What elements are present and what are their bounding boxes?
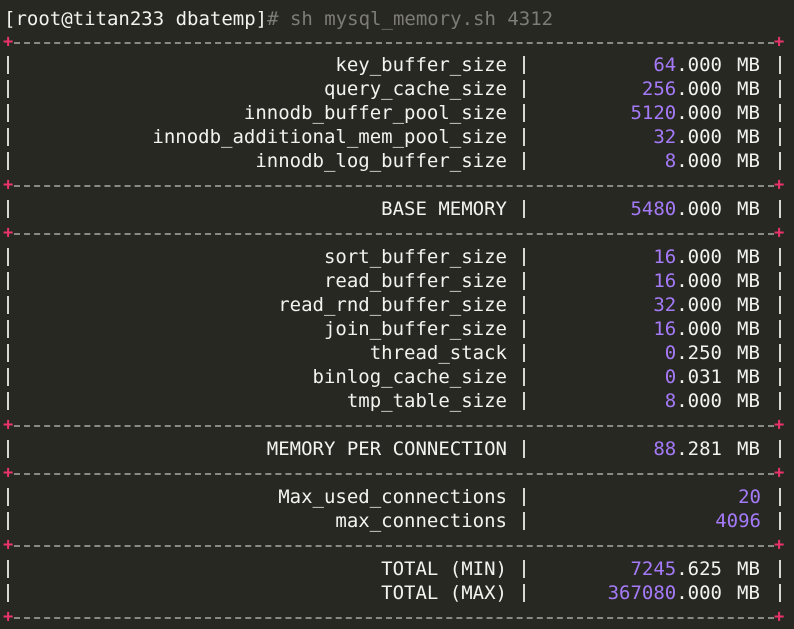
table-row-key-buffer-size: key_buffer_size 64.000 MB xyxy=(0,53,794,77)
table-row-total-max: TOTAL (MAX) 367080.000 MB xyxy=(0,581,794,605)
row-label: tmp_table_size xyxy=(346,390,507,412)
row-unit: MB xyxy=(737,390,760,412)
row-value: 0.250 xyxy=(664,342,722,364)
terminal-window[interactable]: [root@titan233 dbatemp]# sh mysql_memory… xyxy=(0,0,794,627)
table-row-query-cache-size: query_cache_size 256.000 MB xyxy=(0,77,794,101)
row-value: 64.000 xyxy=(653,54,722,76)
row-unit: MB xyxy=(737,294,760,316)
table-row-max-used-connections: Max_used_connections 20 xyxy=(0,485,794,509)
row-value: 16.000 xyxy=(653,270,722,292)
table-separator: + + xyxy=(3,223,785,243)
row-value: 8.000 xyxy=(664,150,722,172)
row-unit: MB xyxy=(737,126,760,148)
row-unit: MB xyxy=(737,198,760,220)
row-label: innodb_log_buffer_size xyxy=(255,150,507,172)
table-row-binlog-cache-size: binlog_cache_size 0.031 MB xyxy=(0,365,794,389)
table-separator: + + xyxy=(3,32,785,52)
row-label: query_cache_size xyxy=(323,78,507,100)
row-value: 16.000 xyxy=(653,318,722,340)
row-unit: MB xyxy=(737,318,760,340)
row-value: 5480.000 xyxy=(630,198,722,220)
table-row-read-rnd-buffer-size: read_rnd_buffer_size 32.000 MB xyxy=(0,293,794,317)
table-row-read-buffer-size: read_buffer_size 16.000 MB xyxy=(0,269,794,293)
row-value: 20 xyxy=(738,486,761,508)
row-unit: MB xyxy=(737,78,760,100)
row-value: 16.000 xyxy=(653,246,722,268)
table-row-total-min: TOTAL (MIN) 7245.625 MB xyxy=(0,557,794,581)
row-label: join_buffer_size xyxy=(323,318,507,340)
row-value: 7245.625 xyxy=(630,558,722,580)
table-row-innodb-buffer-pool-size: innodb_buffer_pool_size 5120.000 MB xyxy=(0,101,794,125)
table-separator: + + xyxy=(3,415,785,435)
row-unit: MB xyxy=(737,366,760,388)
row-label: read_rnd_buffer_size xyxy=(278,294,507,316)
row-label: innodb_buffer_pool_size xyxy=(243,102,507,124)
row-label: MEMORY PER CONNECTION xyxy=(266,438,507,460)
row-value: 4096 xyxy=(715,510,761,532)
row-label: max_connections xyxy=(335,510,507,532)
row-unit: MB xyxy=(737,558,760,580)
table-row-sort-buffer-size: sort_buffer_size 16.000 MB xyxy=(0,245,794,269)
table-separator: + + xyxy=(3,607,785,627)
row-unit: MB xyxy=(737,102,760,124)
shell-command: # sh mysql_memory.sh 4312 xyxy=(267,8,554,30)
row-value: 256.000 xyxy=(641,78,722,100)
table-row-innodb-log-buffer-size: innodb_log_buffer_size 8.000 MB xyxy=(0,149,794,173)
table-row-base-memory: BASE MEMORY 5480.000 MB xyxy=(0,197,794,221)
table-row-thread-stack: thread_stack 0.250 MB xyxy=(0,341,794,365)
table-separator: + + xyxy=(3,535,785,555)
row-unit: MB xyxy=(737,342,760,364)
table-row-innodb-additional-mem-pool-size: innodb_additional_mem_pool_size 32.000 M… xyxy=(0,125,794,149)
table-separator: + + xyxy=(3,463,785,483)
row-value: 32.000 xyxy=(653,294,722,316)
row-label: innodb_additional_mem_pool_size xyxy=(152,126,507,148)
row-label: Max_used_connections xyxy=(278,486,507,508)
table-row-join-buffer-size: join_buffer_size 16.000 MB xyxy=(0,317,794,341)
row-label: TOTAL (MIN) xyxy=(381,558,507,580)
row-value: 367080.000 xyxy=(607,582,722,604)
row-label: binlog_cache_size xyxy=(312,366,507,388)
row-unit: MB xyxy=(737,438,760,460)
row-value: 0.031 xyxy=(664,366,722,388)
row-unit: MB xyxy=(737,150,760,172)
table-row-memory-per-connection: MEMORY PER CONNECTION 88.281 MB xyxy=(0,437,794,461)
row-label: key_buffer_size xyxy=(335,54,507,76)
row-label: thread_stack xyxy=(369,342,507,364)
row-value: 32.000 xyxy=(653,126,722,148)
row-label: read_buffer_size xyxy=(323,270,507,292)
row-label: sort_buffer_size xyxy=(323,246,507,268)
row-unit: MB xyxy=(737,270,760,292)
row-unit: MB xyxy=(737,582,760,604)
row-label: TOTAL (MAX) xyxy=(381,582,507,604)
table-row-tmp-table-size: tmp_table_size 8.000 MB xyxy=(0,389,794,413)
table-separator: + + xyxy=(3,175,785,195)
row-value: 8.000 xyxy=(664,390,722,412)
row-unit: MB xyxy=(737,246,760,268)
row-value: 88.281 xyxy=(653,438,722,460)
shell-prompt: [root@titan233 dbatemp] xyxy=(4,8,268,30)
command-line: [root@titan233 dbatemp]# sh mysql_memory… xyxy=(4,6,794,32)
table-row-max-connections: max_connections 4096 xyxy=(0,509,794,533)
row-value: 5120.000 xyxy=(630,102,722,124)
row-label: BASE MEMORY xyxy=(381,198,507,220)
row-unit: MB xyxy=(737,54,760,76)
